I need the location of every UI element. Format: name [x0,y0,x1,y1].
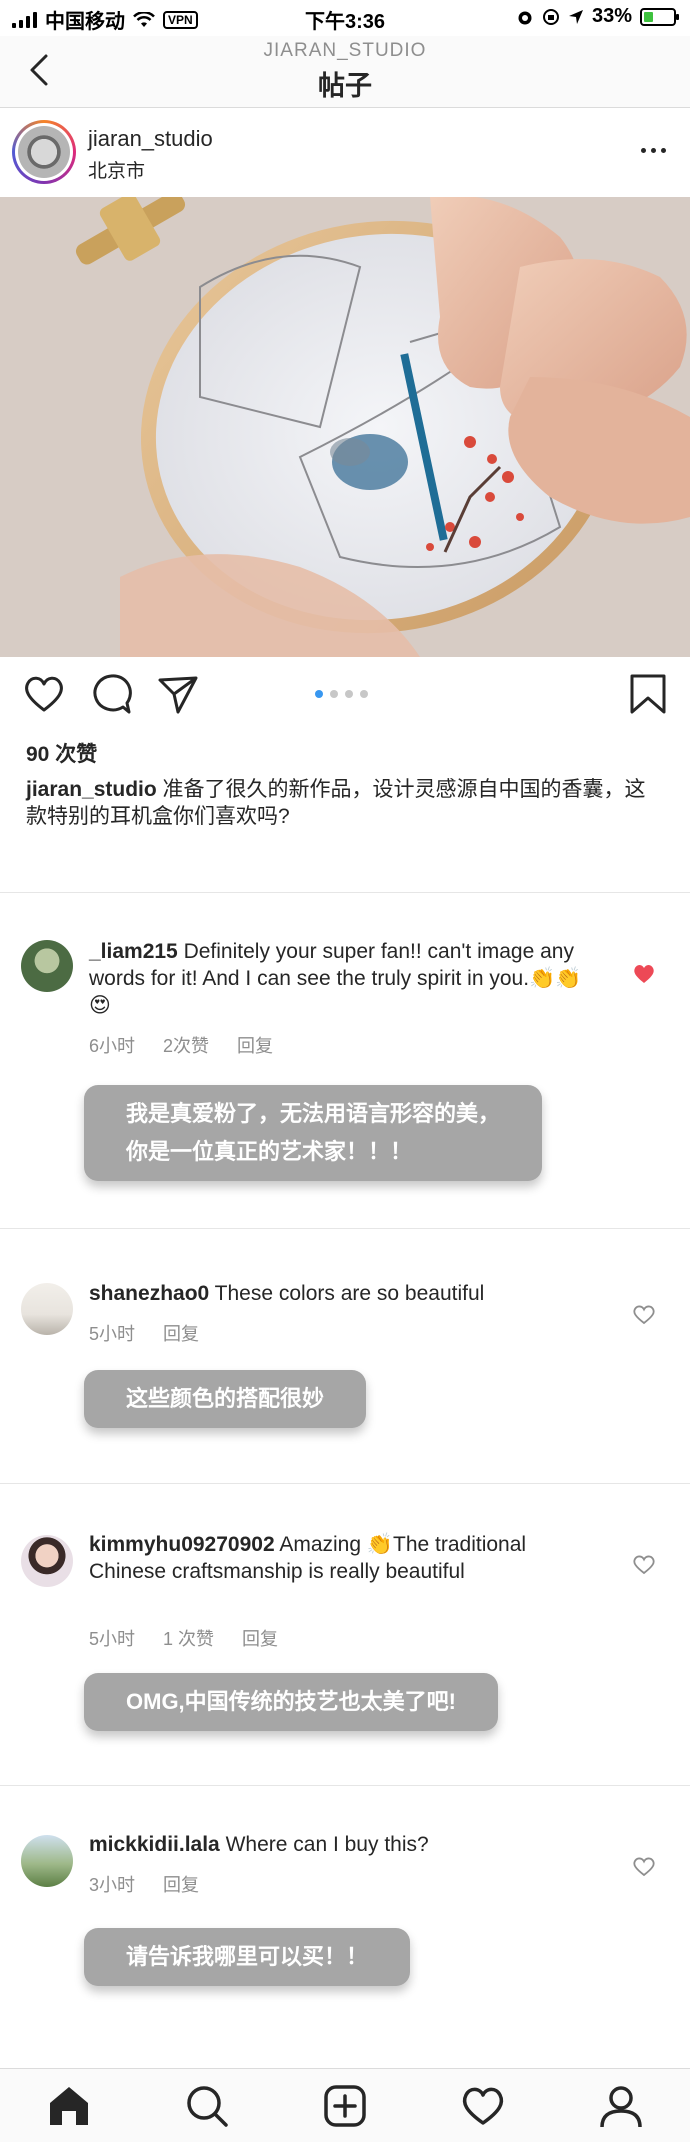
more-options-icon[interactable] [641,148,666,153]
comment-meta: 6小时 2次赞 回复 [89,1032,273,1058]
comment-username[interactable]: mickkidii.lala [89,1833,220,1856]
comment-time: 5小时 [89,1324,136,1344]
comment-text: kimmyhu09270902 Amazing 👏The traditional… [89,1533,527,1583]
page-title: 帖子 [318,71,372,101]
reply-button[interactable]: 回复 [163,1871,199,1897]
commenter-avatar[interactable] [21,1283,73,1335]
reply-button[interactable]: 回复 [242,1625,278,1651]
commenter-avatar[interactable] [21,1535,73,1587]
reply-button[interactable]: 回复 [163,1320,199,1346]
translation-bubble: 请告诉我哪里可以买！！ [84,1928,411,1986]
post-location[interactable]: 北京市 [88,156,145,183]
translation-bubble: 我是真爱粉了，无法用语言形容的美， 你是一位真正的艺术家！！！ [84,1085,543,1181]
comment-text: _liam215 Definitely your super fan!! can… [89,940,582,1017]
comment-heart-icon[interactable] [632,1553,656,1575]
commenter-avatar[interactable] [21,1835,73,1887]
comment-heart-icon[interactable] [632,1303,656,1325]
carousel-indicator [315,690,368,698]
comment-time: 5小时 [89,1629,136,1649]
post-avatar[interactable] [12,120,76,184]
translation-bubble: OMG,中国传统的技艺也太美了吧! [84,1673,498,1731]
nav-header: JIARAN_STUDIO 帖子 [0,36,690,108]
bottom-tab-bar [0,2068,690,2142]
comment-likes[interactable]: 2次赞 [163,1032,209,1058]
comment-username[interactable]: kimmyhu09270902 [89,1533,275,1556]
heart-icon[interactable] [22,672,66,716]
comment-meta: 5小时 1 次赞 回复 [89,1625,278,1651]
header-subtitle: JIARAN_STUDIO [263,40,427,61]
post-image[interactable] [0,197,690,657]
comment-username[interactable]: shanezhao0 [89,1282,209,1305]
new-post-icon[interactable] [322,2083,368,2129]
commenter-avatar[interactable] [21,940,73,992]
status-bar: 中国移动 VPN 下午3:36 33% [0,0,690,36]
comment-time: 3小时 [89,1875,136,1895]
carousel-dot [360,690,368,698]
comment-icon[interactable] [89,672,133,716]
comment-text: mickkidii.lala Where can I buy this? [89,1833,429,1856]
divider [0,1785,690,1786]
carousel-dot [345,690,353,698]
rotation-lock-icon [542,8,559,25]
comment-likes[interactable]: 1 次赞 [163,1625,214,1651]
location-icon [568,9,583,24]
share-icon[interactable] [156,672,200,716]
post-username[interactable]: jiaran_studio [88,126,213,152]
divider [0,892,690,893]
post-actions [0,672,690,722]
comment-username[interactable]: _liam215 [89,940,178,963]
comment-time: 6小时 [89,1036,136,1056]
home-icon[interactable] [46,2083,92,2129]
likes-count[interactable]: 90 次赞 [26,738,97,768]
post-caption: jiaran_studio 准备了很久的新作品，设计灵感源自中国的香囊，这款特别… [26,776,666,830]
divider [0,1228,690,1229]
bookmark-icon[interactable] [626,672,670,716]
search-icon[interactable] [184,2083,230,2129]
embroidery-photo [0,197,690,657]
comment-heart-icon[interactable] [632,1855,656,1877]
post-header: jiaran_studio 北京市 [0,108,690,196]
divider [0,1483,690,1484]
carousel-dot [315,690,323,698]
translation-bubble: 这些颜色的搭配很妙 [84,1370,367,1428]
comment-meta: 3小时 回复 [89,1871,199,1897]
activity-heart-icon[interactable] [460,2083,506,2129]
status-right: 33% [516,5,679,28]
carousel-dot [330,690,338,698]
battery-icon [640,7,679,26]
comment-heart-icon[interactable] [632,962,656,984]
reply-button[interactable]: 回复 [237,1032,273,1058]
battery-percent: 33% [591,5,632,27]
comment-meta: 5小时 回复 [89,1320,199,1346]
comment-text: shanezhao0 These colors are so beautiful [89,1282,485,1305]
profile-icon[interactable] [598,2083,644,2129]
alarm-icon [518,11,532,24]
caption-username[interactable]: jiaran_studio [26,778,157,801]
